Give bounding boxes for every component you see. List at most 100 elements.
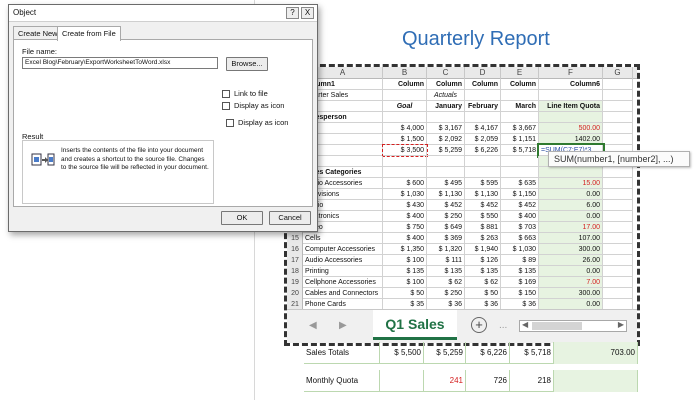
- cell-c17[interactable]: $ 111: [427, 255, 465, 266]
- cell-f17[interactable]: 26.00: [539, 255, 603, 266]
- cell-f5[interactable]: 500.00: [539, 123, 603, 134]
- cell-a18[interactable]: Printing: [303, 266, 383, 277]
- cell-f14[interactable]: 17.00: [539, 222, 603, 233]
- cell-b18[interactable]: $ 135: [383, 266, 427, 277]
- cell-c4[interactable]: [427, 112, 465, 123]
- cell-a20[interactable]: Cables and Connectors: [303, 288, 383, 299]
- cell-b19[interactable]: $ 100: [383, 277, 427, 288]
- scrollbar-thumb[interactable]: [532, 322, 582, 330]
- cell-g17[interactable]: [603, 255, 633, 266]
- cell-g13[interactable]: [603, 211, 633, 222]
- cell-b5[interactable]: $ 4,000: [383, 123, 427, 134]
- cell-g10[interactable]: [603, 178, 633, 189]
- cell-f3[interactable]: Line Item Quota: [539, 101, 603, 112]
- cell-c6[interactable]: $ 2,092: [427, 134, 465, 145]
- cell-c10[interactable]: $ 495: [427, 178, 465, 189]
- cell-b1[interactable]: Column: [383, 79, 427, 90]
- cell-b12[interactable]: $ 430: [383, 200, 427, 211]
- cell-e4[interactable]: [501, 112, 539, 123]
- cell-e3[interactable]: March: [501, 101, 539, 112]
- cell-b20[interactable]: $ 50: [383, 288, 427, 299]
- cell-b11[interactable]: $ 1,030: [383, 189, 427, 200]
- worksheet-grid[interactable]: ABCDEFG 1Column1ColumnColumnColumnColumn…: [287, 67, 637, 343]
- cell-f12[interactable]: 6.00: [539, 200, 603, 211]
- add-sheet-button[interactable]: +: [471, 317, 487, 333]
- cell-g1[interactable]: [603, 79, 633, 90]
- column-header-b[interactable]: B: [383, 67, 427, 79]
- cell-b6[interactable]: $ 1,500: [383, 134, 427, 145]
- cell-f16[interactable]: 300.00: [539, 244, 603, 255]
- cell-d11[interactable]: $ 1,130: [465, 189, 501, 200]
- cell-d13[interactable]: $ 550: [465, 211, 501, 222]
- cell-f15[interactable]: 107.00: [539, 233, 603, 244]
- cell-c9[interactable]: [427, 167, 465, 178]
- column-header-f[interactable]: F: [539, 67, 603, 79]
- cell-c20[interactable]: $ 250: [427, 288, 465, 299]
- cell-d4[interactable]: [465, 112, 501, 123]
- cell-f13[interactable]: 0.00: [539, 211, 603, 222]
- tab-more-ellipsis[interactable]: ...: [499, 320, 507, 331]
- cell-c11[interactable]: $ 1,130: [427, 189, 465, 200]
- cell-g14[interactable]: [603, 222, 633, 233]
- cell-c1[interactable]: Column: [427, 79, 465, 90]
- sheet-tab-q1-sales[interactable]: Q1 Sales: [373, 310, 457, 340]
- cell-d9[interactable]: [465, 167, 501, 178]
- cancel-button[interactable]: Cancel: [269, 211, 311, 225]
- cell-g20[interactable]: [603, 288, 633, 299]
- cell-d8[interactable]: [465, 156, 501, 167]
- cell-f6[interactable]: 1402.00: [539, 134, 603, 145]
- help-button[interactable]: ?: [286, 7, 299, 19]
- cell-f4[interactable]: [539, 112, 603, 123]
- cell-e16[interactable]: $ 1,030: [501, 244, 539, 255]
- cell-e8[interactable]: [501, 156, 539, 167]
- link-to-file-checkbox[interactable]: [222, 90, 230, 98]
- cell-b9[interactable]: [383, 167, 427, 178]
- cell-c13[interactable]: $ 250: [427, 211, 465, 222]
- cell-g6[interactable]: [603, 134, 633, 145]
- cell-b7[interactable]: $ 3,500: [382, 144, 428, 157]
- cell-g15[interactable]: [603, 233, 633, 244]
- cell-e20[interactable]: $ 150: [501, 288, 539, 299]
- cell-e15[interactable]: $ 663: [501, 233, 539, 244]
- cell-e1[interactable]: Column: [501, 79, 539, 90]
- cell-g4[interactable]: [603, 112, 633, 123]
- cell-f10[interactable]: 15.00: [539, 178, 603, 189]
- cell-b8[interactable]: [383, 156, 427, 167]
- close-button[interactable]: X: [301, 7, 314, 19]
- cell-e19[interactable]: $ 169: [501, 277, 539, 288]
- cell-c3[interactable]: January: [427, 101, 465, 112]
- cell-c14[interactable]: $ 649: [427, 222, 465, 233]
- cell-d2[interactable]: [465, 90, 501, 101]
- file-name-input[interactable]: Excel Blog\February\ExportWorksheetToWor…: [22, 57, 218, 69]
- cell-d14[interactable]: $ 881: [465, 222, 501, 233]
- ok-button[interactable]: OK: [221, 211, 263, 225]
- cell-b17[interactable]: $ 100: [383, 255, 427, 266]
- cell-b2[interactable]: [383, 90, 427, 101]
- cell-f1[interactable]: Column6: [539, 79, 603, 90]
- tab-next-arrow[interactable]: ▶: [339, 320, 347, 331]
- cell-g18[interactable]: [603, 266, 633, 277]
- cell-e6[interactable]: $ 1,151: [501, 134, 539, 145]
- cell-f2[interactable]: [539, 90, 603, 101]
- horizontal-scrollbar[interactable]: ◀ ▶: [519, 320, 627, 332]
- cell-e12[interactable]: $ 452: [501, 200, 539, 211]
- cell-g9[interactable]: [603, 167, 633, 178]
- cell-d12[interactable]: $ 452: [465, 200, 501, 211]
- cell-d18[interactable]: $ 135: [465, 266, 501, 277]
- cell-a16[interactable]: Computer Accessories: [303, 244, 383, 255]
- cell-c7[interactable]: $ 5,259: [427, 145, 465, 156]
- cell-d16[interactable]: $ 1,940: [465, 244, 501, 255]
- cell-b14[interactable]: $ 750: [383, 222, 427, 233]
- cell-e18[interactable]: $ 135: [501, 266, 539, 277]
- cell-f9[interactable]: [539, 167, 603, 178]
- cell-e2[interactable]: [501, 90, 539, 101]
- cell-d19[interactable]: $ 62: [465, 277, 501, 288]
- browse-button[interactable]: Browse...: [226, 57, 268, 71]
- cell-g5[interactable]: [603, 123, 633, 134]
- cell-c5[interactable]: $ 3,167: [427, 123, 465, 134]
- tab-create-new[interactable]: Create New: [13, 26, 63, 40]
- cell-d7[interactable]: $ 6,226: [465, 145, 501, 156]
- row-number[interactable]: 16: [287, 244, 303, 255]
- cell-e11[interactable]: $ 1,150: [501, 189, 539, 200]
- column-header-d[interactable]: D: [465, 67, 501, 79]
